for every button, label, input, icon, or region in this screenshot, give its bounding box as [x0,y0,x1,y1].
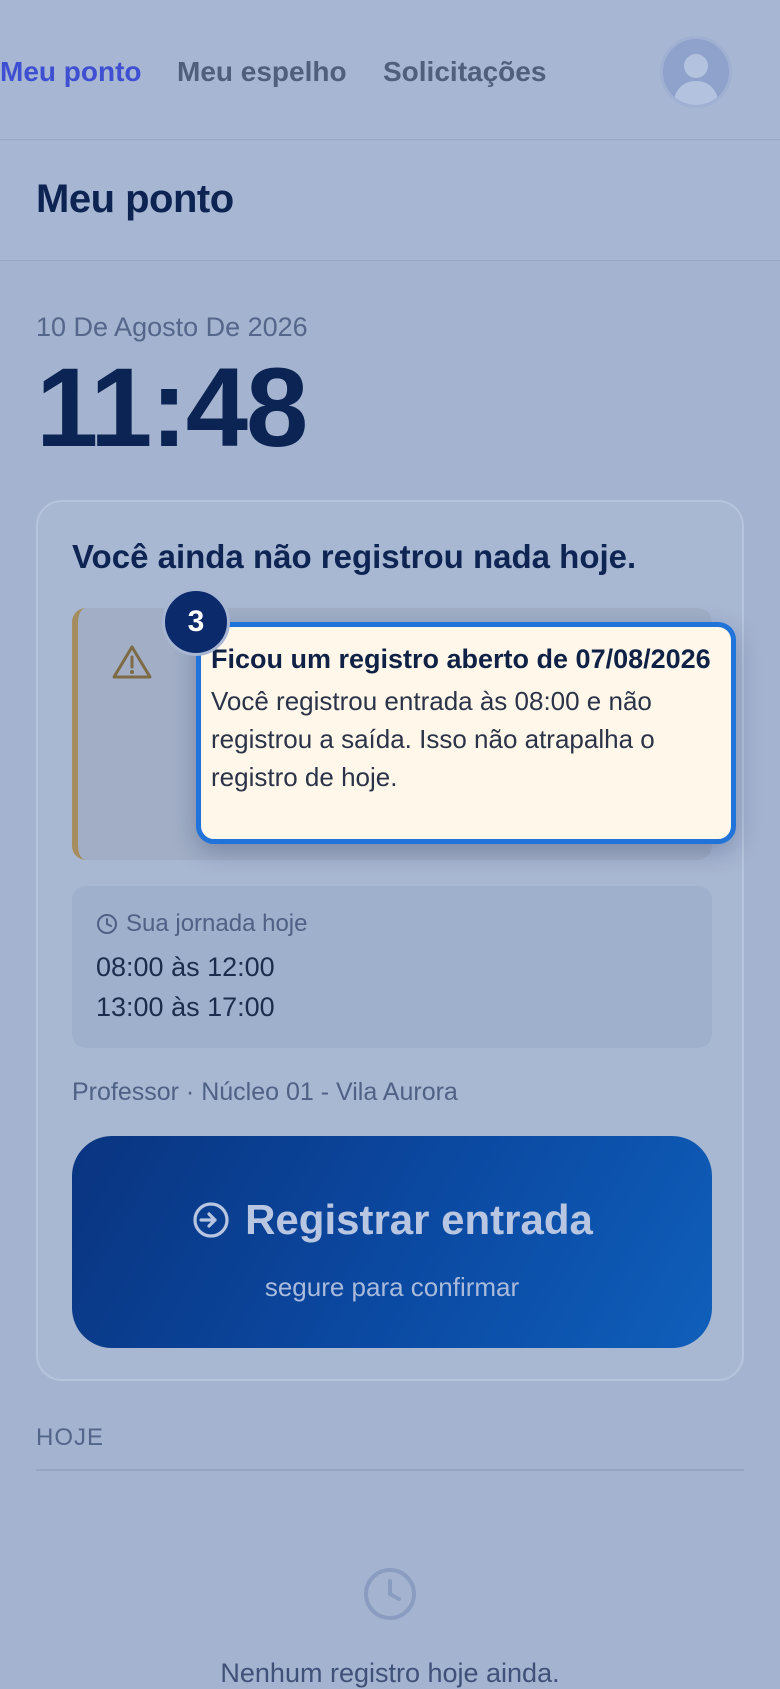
alert-title: Ficou um registro aberto de 07/08/2026 [211,644,711,674]
schedule-period: 08:00 às 12:00 [96,952,275,982]
user-icon [673,54,719,105]
empty-state-message: Nenhum registro hoje ainda. [220,1658,560,1688]
register-button-label: Registrar entrada [245,1196,593,1243]
current-time: 11:48 [36,345,308,470]
avatar[interactable] [660,36,732,108]
register-button-hint: segure para confirmar [264,1272,520,1302]
punch-card: Você ainda não registrou nada hoje. Fico… [36,500,744,1381]
current-date: 10 De Agosto De 2026 [36,312,308,342]
role-location: Professor · Núcleo 01 - Vila Aurora [72,1078,458,1106]
top-navigation: Meu ponto Meu espelho Solicitações [0,0,780,140]
today-section-label: HOJE [36,1424,105,1451]
tab-solicitacoes[interactable]: Solicitações [383,56,546,88]
clock-icon [97,914,117,934]
alert-highlight[interactable]: Ficou um registro aberto de 07/08/2026 V… [196,622,736,844]
page-title: Meu ponto [36,177,234,221]
divider [36,1469,744,1471]
clock-icon [364,1568,416,1620]
page-header: Meu ponto [0,141,780,261]
register-button-row: Registrar entrada [72,1196,712,1244]
login-icon [193,1202,229,1238]
schedule-period: 13:00 às 17:00 [96,992,275,1022]
schedule-header: Sua jornada hoje [96,910,307,938]
schedule-box: Sua jornada hoje 08:00 às 12:00 13:00 às… [72,886,712,1048]
tab-meu-ponto[interactable]: Meu ponto [0,56,142,88]
tab-meu-espelho[interactable]: Meu espelho [177,56,347,88]
status-heading: Você ainda não registrou nada hoje. [72,538,637,575]
schedule-label: Sua jornada hoje [126,910,308,937]
open-record-alert: Ficou um registro aberto de 07/08/2026 V… [72,588,736,860]
step-badge: 3 [162,588,230,656]
alert-body: Você registrou entrada às 08:00 e não re… [211,686,655,792]
register-entry-button[interactable]: Registrar entrada segure para confirmar [72,1136,712,1348]
warning-icon [112,645,152,679]
